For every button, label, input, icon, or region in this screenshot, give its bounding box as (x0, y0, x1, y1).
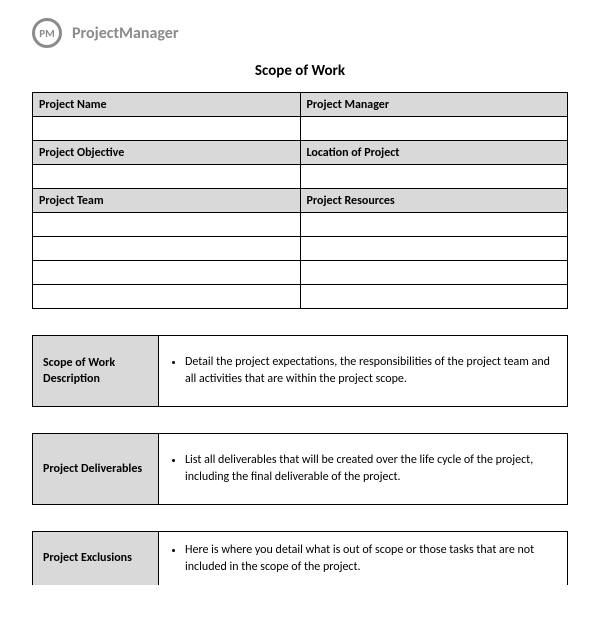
section-text: List all deliverables that will be creat… (185, 452, 555, 486)
section-label: Scope of Work Description (33, 336, 159, 406)
section-label: Project Exclusions (33, 532, 159, 585)
team-row (33, 213, 301, 237)
resource-row (300, 213, 568, 237)
value-project-objective (33, 165, 301, 189)
label-project-objective: Project Objective (33, 141, 301, 165)
section-label: Project Deliverables (33, 434, 159, 504)
section-deliverables: Project Deliverables List all deliverabl… (32, 433, 568, 505)
brand-logo-icon: PM (32, 18, 62, 48)
brand-name: ProjectManager (72, 24, 179, 43)
section-body: Detail the project expectations, the res… (159, 336, 567, 406)
section-sow-description: Scope of Work Description Detail the pro… (32, 335, 568, 407)
resource-row (300, 261, 568, 285)
label-project-team: Project Team (33, 189, 301, 213)
label-project-manager: Project Manager (300, 93, 568, 117)
label-location: Location of Project (300, 141, 568, 165)
section-text: Here is where you detail what is out of … (185, 542, 555, 576)
section-exclusions: Project Exclusions Here is where you det… (32, 531, 568, 585)
team-row (33, 285, 301, 309)
value-project-name (33, 117, 301, 141)
label-project-name: Project Name (33, 93, 301, 117)
value-project-manager (300, 117, 568, 141)
page-title: Scope of Work (32, 62, 568, 80)
resource-row (300, 237, 568, 261)
value-location (300, 165, 568, 189)
resource-row (300, 285, 568, 309)
section-body: Here is where you detail what is out of … (159, 532, 567, 585)
brand-header: PM ProjectManager (32, 18, 568, 48)
project-info-table: Project Name Project Manager Project Obj… (32, 92, 568, 309)
team-row (33, 237, 301, 261)
team-row (33, 261, 301, 285)
section-text: Detail the project expectations, the res… (185, 354, 555, 388)
section-body: List all deliverables that will be creat… (159, 434, 567, 504)
label-project-resources: Project Resources (300, 189, 568, 213)
